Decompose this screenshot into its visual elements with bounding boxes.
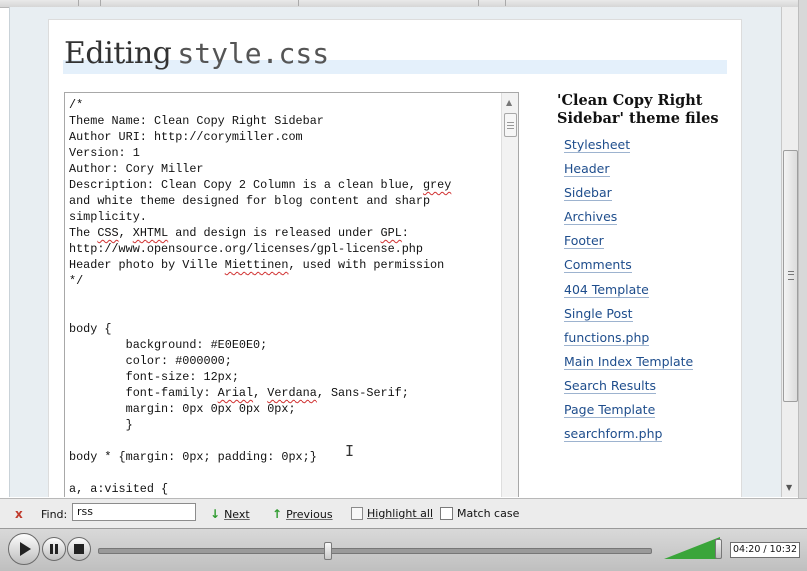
- find-bar: x Find: ↓ Next ↑ Previous Highlight all …: [0, 498, 807, 529]
- browser-viewport: Editing style.css /* Theme Name: Clean Co…: [9, 7, 782, 497]
- code-content[interactable]: /* Theme Name: Clean Copy Right Sidebar …: [69, 97, 451, 497]
- page-title: Editing style.css: [64, 36, 329, 71]
- volume-slider[interactable]: [664, 537, 724, 559]
- editor-scrollbar[interactable]: ▲: [501, 93, 518, 497]
- theme-file-item: Single Post: [564, 303, 737, 327]
- find-next-button[interactable]: ↓ Next: [210, 507, 250, 521]
- stop-button[interactable]: [67, 537, 91, 561]
- theme-file-item: Header: [564, 158, 737, 182]
- page-scrollbar[interactable]: ▼: [781, 7, 799, 497]
- code-line: Author: Cory Miller: [69, 162, 204, 176]
- page-scroll-thumb[interactable]: [783, 150, 798, 402]
- highlight-all-label: Highlight all: [367, 507, 434, 520]
- code-line: /*: [69, 98, 84, 112]
- theme-file-link[interactable]: Stylesheet: [564, 137, 631, 153]
- seek-handle[interactable]: [324, 542, 333, 560]
- spellcheck-word: Verdana: [267, 386, 317, 400]
- edit-theme-page: Editing style.css /* Theme Name: Clean Co…: [48, 19, 742, 497]
- code-editor-textarea[interactable]: /* Theme Name: Clean Copy Right Sidebar …: [64, 92, 519, 497]
- window-edge: [798, 0, 807, 530]
- theme-file-item: Archives: [564, 206, 737, 230]
- code-line: Version: 1: [69, 146, 140, 160]
- page-title-filename: style.css: [177, 37, 330, 70]
- find-previous-label: Previous: [286, 507, 333, 521]
- code-line: simplicity.: [69, 210, 147, 224]
- code-line: Theme Name: Clean Copy Right Sidebar: [69, 114, 324, 128]
- code-line: */: [69, 274, 84, 288]
- theme-file-link[interactable]: searchform.php: [564, 426, 663, 443]
- theme-file-link[interactable]: Sidebar: [564, 185, 612, 202]
- volume-handle[interactable]: [715, 539, 722, 559]
- theme-files-title: 'Clean Copy Right Sidebar' theme files: [557, 92, 719, 127]
- theme-file-link[interactable]: Footer: [564, 233, 604, 250]
- code-line: body {: [69, 322, 112, 336]
- code-line: margin: 0px 0px 0px 0px;: [69, 402, 296, 416]
- time-display: 04:20 / 10:32: [730, 542, 800, 558]
- theme-file-item: Sidebar: [564, 182, 737, 206]
- scroll-up-arrow-icon[interactable]: ▲: [506, 98, 512, 107]
- theme-files-sidebar: 'Clean Copy Right Sidebar' theme files S…: [557, 92, 737, 447]
- highlight-icon: [351, 507, 363, 520]
- code-line: Header photo by Ville Miettinen, used wi…: [69, 258, 445, 272]
- volume-level: [664, 537, 720, 559]
- theme-file-link[interactable]: 404 Template: [564, 281, 649, 298]
- theme-file-link[interactable]: Page Template: [564, 402, 656, 419]
- find-label: Find:: [41, 508, 68, 521]
- close-find-icon[interactable]: x: [15, 507, 23, 521]
- find-previous-button[interactable]: ↑ Previous: [272, 507, 333, 521]
- code-line: background: #E0E0E0;: [69, 338, 268, 352]
- theme-file-item: Footer: [564, 230, 737, 254]
- theme-file-link[interactable]: Search Results: [564, 377, 657, 394]
- code-line: color: #000000;: [69, 354, 232, 368]
- match-case-checkbox[interactable]: Match case: [440, 507, 519, 520]
- theme-file-link[interactable]: Header: [564, 161, 610, 178]
- editor-scroll-thumb[interactable]: [504, 113, 517, 137]
- scroll-down-arrow-icon[interactable]: ▼: [786, 483, 792, 492]
- theme-file-item: Main Index Template: [564, 351, 737, 375]
- spellcheck-word: Miettinen: [224, 258, 289, 272]
- code-line: Description: Clean Copy 2 Column is a cl…: [69, 178, 452, 192]
- theme-files-list: Stylesheet Header Sidebar Archives Footer Com…: [557, 134, 737, 447]
- code-line: The CSS, XHTML and design is released un…: [69, 226, 409, 240]
- spellcheck-word: GPL: [380, 226, 402, 240]
- code-line: http://www.opensource.org/licenses/gpl-l…: [69, 242, 423, 256]
- grip-icon: [788, 271, 794, 280]
- theme-file-link[interactable]: Archives: [564, 209, 618, 226]
- theme-file-item: Stylesheet: [564, 134, 737, 158]
- theme-file-link[interactable]: Main Index Template: [564, 353, 694, 370]
- theme-file-link[interactable]: functions.php: [564, 329, 650, 346]
- highlight-all-button[interactable]: Highlight all: [351, 507, 433, 520]
- theme-file-item: searchform.php: [564, 423, 737, 447]
- pause-button[interactable]: [42, 537, 66, 561]
- code-line: a, a:visited {: [69, 482, 169, 496]
- code-line: }: [69, 418, 133, 432]
- theme-file-link[interactable]: Comments: [564, 257, 632, 274]
- theme-file-item: functions.php: [564, 327, 737, 351]
- arrow-down-icon: ↓: [210, 507, 221, 521]
- code-line: and white theme designed for blog conten…: [69, 194, 431, 208]
- theme-file-item: 404 Template: [564, 279, 737, 303]
- play-button[interactable]: [8, 533, 40, 565]
- spellcheck-word: XHTML: [132, 226, 169, 240]
- match-case-label: Match case: [457, 507, 520, 520]
- code-line: font-size: 12px;: [69, 370, 239, 384]
- arrow-up-icon: ↑: [272, 507, 283, 521]
- spellcheck-word: Arial: [217, 386, 254, 400]
- seek-bar[interactable]: [98, 542, 652, 560]
- spellcheck-word: CSS: [97, 226, 119, 240]
- spellcheck-word: grey: [422, 178, 452, 192]
- code-line: body * {margin: 0px; padding: 0px;}: [69, 450, 317, 464]
- theme-file-item: Search Results: [564, 375, 737, 399]
- theme-file-item: Page Template: [564, 399, 737, 423]
- code-line: Author URI: http://corymiller.com: [69, 130, 303, 144]
- match-case-box[interactable]: [440, 507, 453, 520]
- find-next-label: Next: [224, 507, 250, 521]
- theme-file-link[interactable]: Single Post: [564, 305, 633, 322]
- page-title-word: Editing: [64, 36, 172, 71]
- text-cursor-icon: I: [345, 442, 355, 460]
- video-player-controls: 04:20 / 10:32: [0, 528, 807, 571]
- code-line: font-family: Arial, Verdana, Sans-Serif;: [69, 386, 409, 400]
- find-input[interactable]: [72, 503, 196, 521]
- theme-file-item: Comments: [564, 254, 737, 278]
